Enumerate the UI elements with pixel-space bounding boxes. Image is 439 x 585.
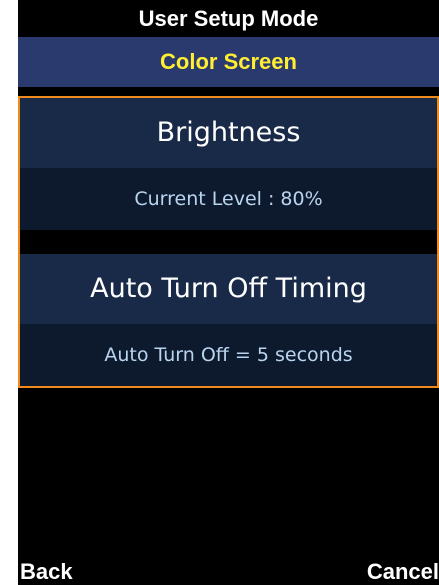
cancel-button[interactable]: Cancel xyxy=(367,556,439,585)
screen-title: User Setup Mode xyxy=(18,0,439,37)
softkey-bar: Back Cancel xyxy=(18,556,439,585)
setting-brightness-title[interactable]: Brightness xyxy=(20,98,437,168)
device-screen: User Setup Mode Color Screen Brightness … xyxy=(18,0,439,585)
setting-brightness-value[interactable]: Current Level : 80% xyxy=(20,168,437,230)
setting-auto-off-value[interactable]: Auto Turn Off = 5 seconds xyxy=(20,324,437,386)
setting-auto-off-title[interactable]: Auto Turn Off Timing xyxy=(20,254,437,324)
settings-panel: Brightness Current Level : 80% Auto Turn… xyxy=(18,96,439,388)
screen-subtitle: Color Screen xyxy=(18,37,439,87)
back-button[interactable]: Back xyxy=(20,556,73,585)
